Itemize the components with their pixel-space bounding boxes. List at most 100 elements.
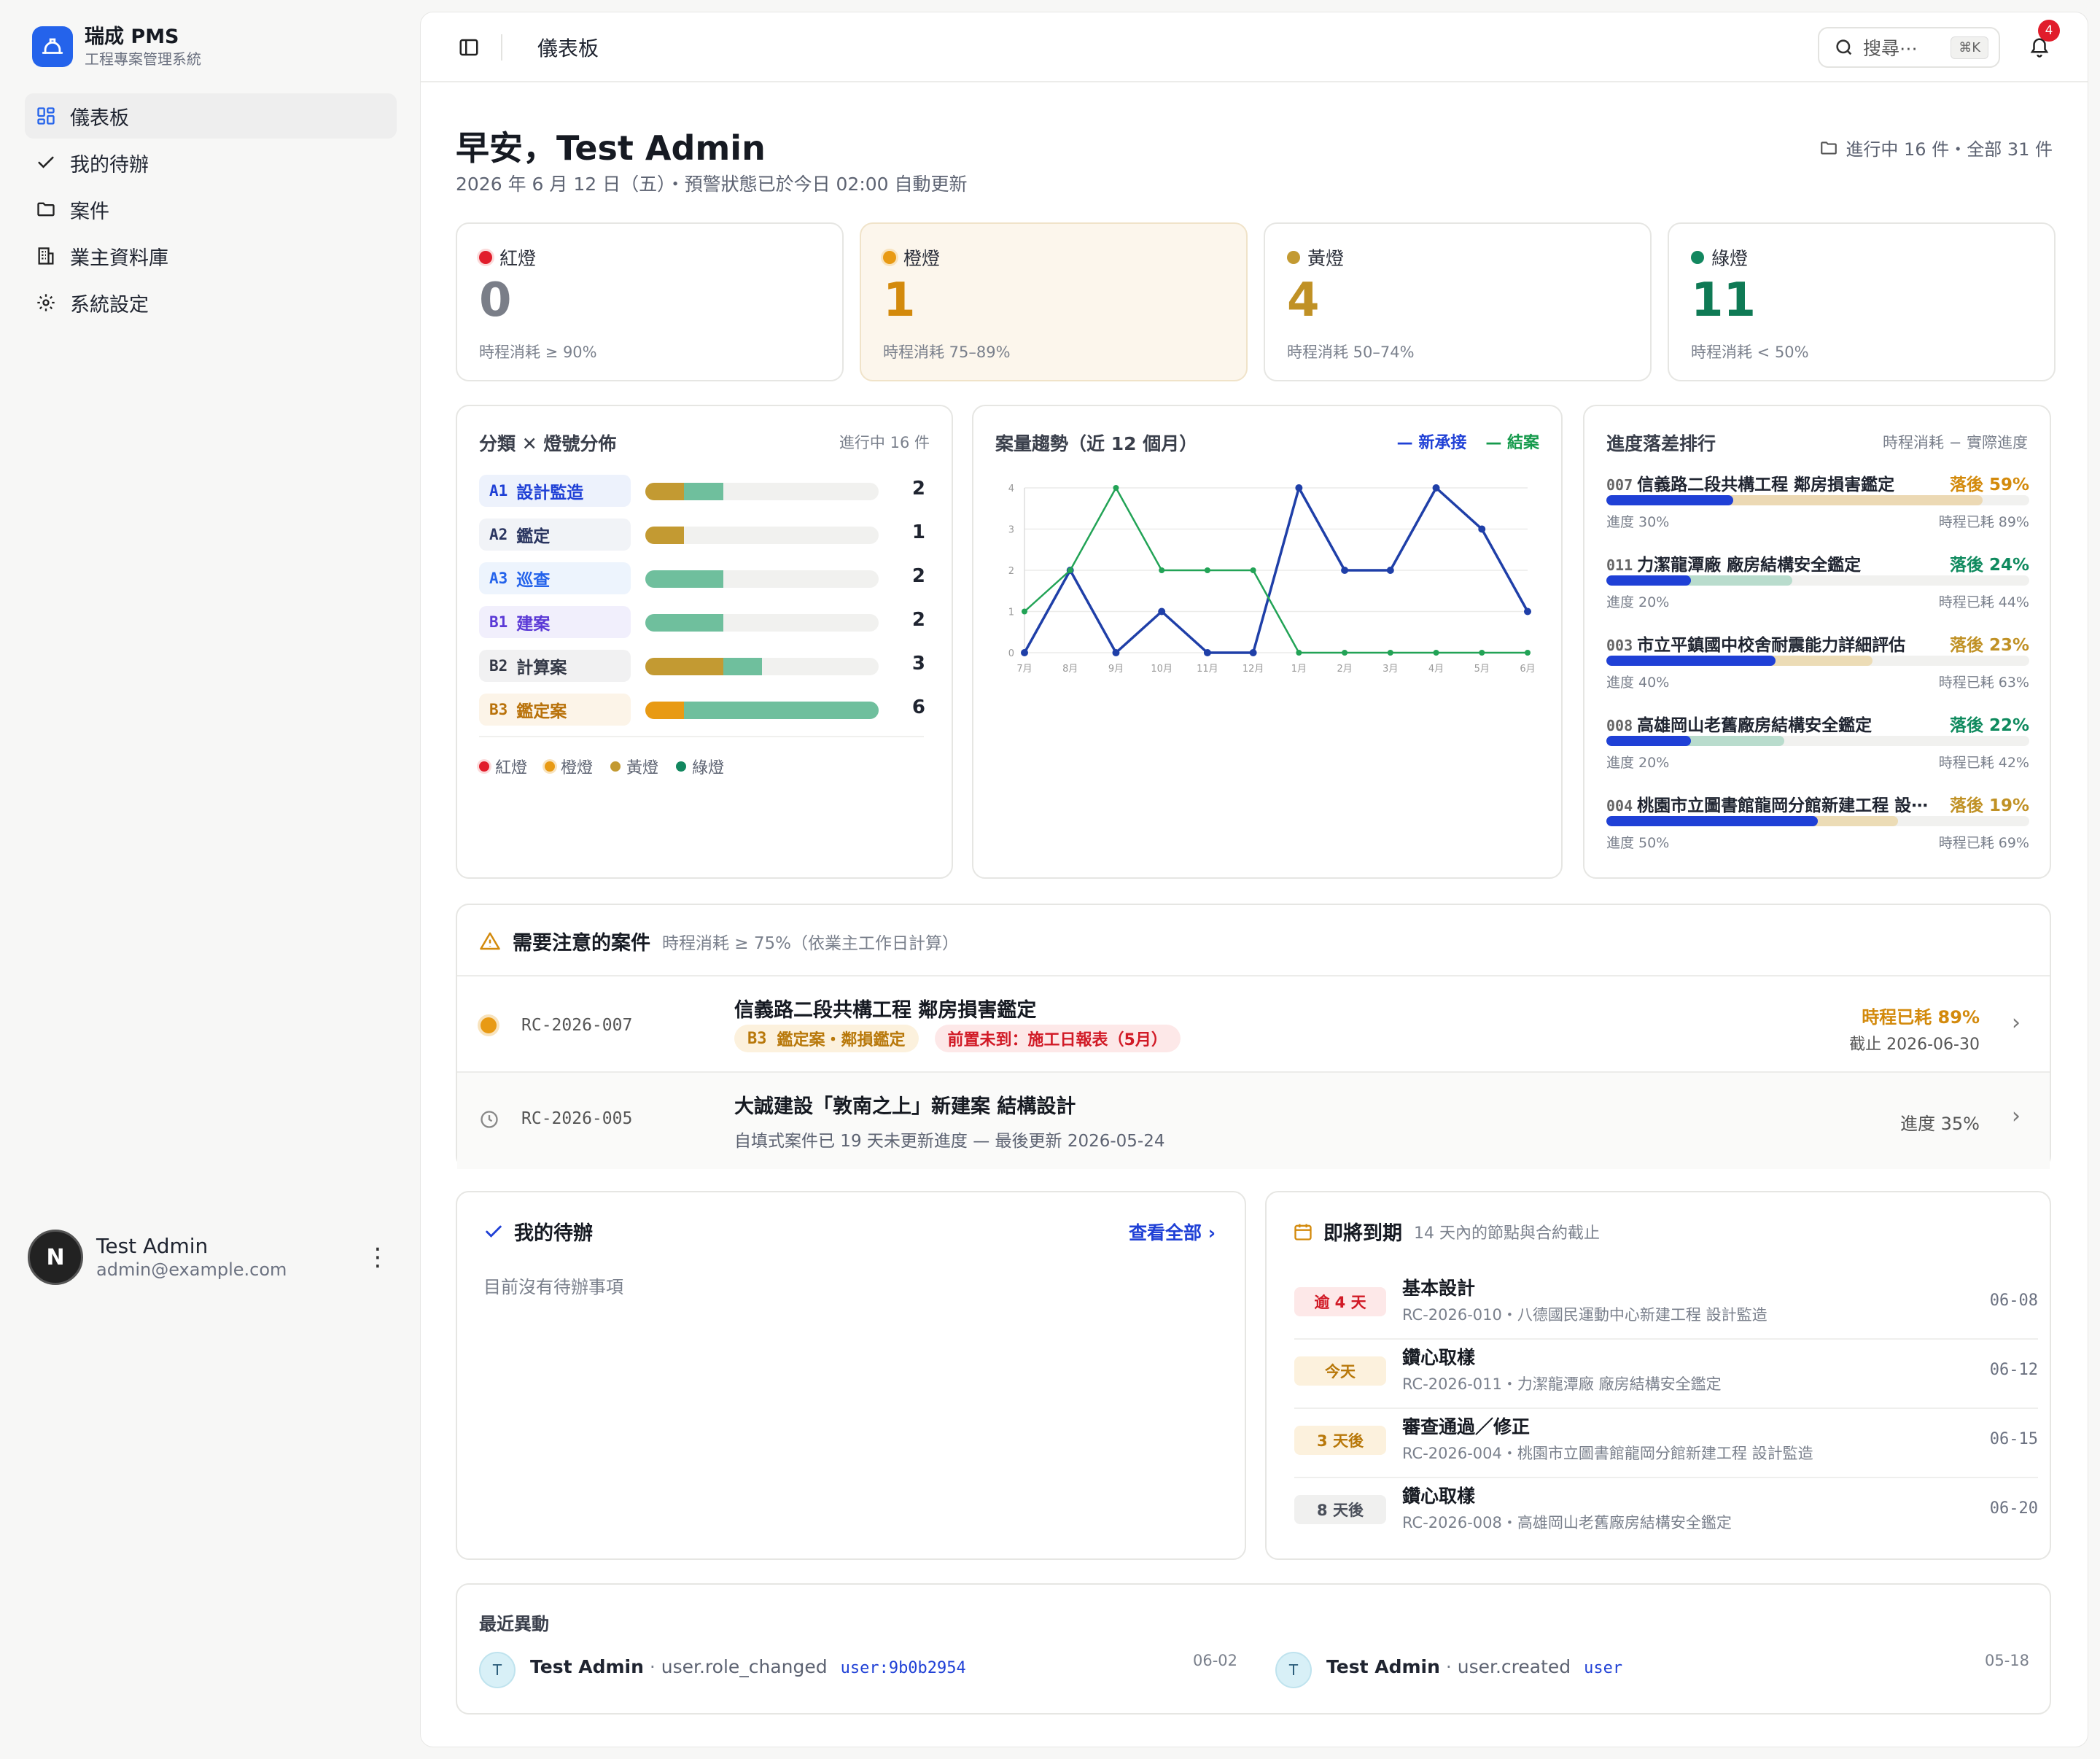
sidebar-item-dashboard[interactable]: 儀表板 <box>25 93 397 139</box>
brand[interactable]: 瑞成 PMS 工程專案管理系統 <box>32 25 201 69</box>
search-label: 搜尋⋯ <box>1863 38 1918 59</box>
category-bar-green <box>684 483 723 500</box>
due-title: 鑽心取樣 <box>1402 1486 1476 1507</box>
x-tick-label: 5月 <box>1474 664 1490 675</box>
warning-icon <box>480 932 500 950</box>
x-tick-label: 2月 <box>1337 664 1352 675</box>
more-vertical-icon[interactable]: ⋮ <box>363 1245 392 1270</box>
due-item[interactable]: 今天 鑽心取樣 RC-2026-011・力潔龍潭廠 廠房結構安全鑑定 06-12 <box>1294 1340 2038 1409</box>
panel-subtitle: 14 天內的節點與合約截止 <box>1414 1224 1600 1243</box>
lag-bar <box>1606 816 2029 826</box>
category-bar <box>645 527 879 544</box>
category-bar-yellow <box>645 658 723 675</box>
data-point-closed <box>1067 567 1073 573</box>
legend-item: 黃燈 <box>626 759 659 777</box>
category-bar <box>645 702 879 719</box>
data-point-new <box>1432 484 1440 492</box>
progress-bar <box>1606 816 1818 826</box>
avatar: T <box>479 1652 516 1688</box>
category-count: 2 <box>911 565 925 587</box>
due-item[interactable]: 逾 4 天 基本設計 RC-2026-010・八德國民運動中心新建工程 設計監造… <box>1294 1271 2038 1340</box>
attention-row[interactable]: RC-2026-007 信義路二段共構工程 鄰房損害鑑定 B3 鑑定案・鄰損鑑定 … <box>457 976 2050 1071</box>
orange-dot <box>481 1017 497 1033</box>
legend-item: 橙燈 <box>561 759 594 777</box>
orange-light-card[interactable]: 橙燈 1 時程消耗 75–89% <box>860 222 1248 381</box>
light-note: 時程消耗 < 50% <box>1691 343 1809 361</box>
empty-state: 目前沒有待辦事項 <box>483 1277 623 1297</box>
dashboard-icon <box>35 105 57 127</box>
lag-value: 落後 22% <box>1949 716 2029 735</box>
category-row[interactable]: A1 設計監造 2 <box>479 475 925 507</box>
category-bar-green <box>645 614 723 632</box>
red-light-card[interactable]: 紅燈 0 時程消耗 ≥ 90% <box>456 222 844 381</box>
action: user.role_changed <box>661 1656 828 1677</box>
lag-item[interactable]: 004 桃園市立圖書館龍岡分館新建工程 設⋯ 落後 19% 進度 50% 時程已耗… <box>1606 791 2029 864</box>
category-row[interactable]: B3 鑑定案 6 <box>479 694 925 726</box>
legend-closed: — 結案 <box>1485 434 1539 452</box>
attention-row[interactable]: RC-2026-005 大誠建設「敦南之上」新建案 結構設計 自填式案件已 19… <box>457 1073 2050 1169</box>
x-tick-label: 11月 <box>1197 664 1218 675</box>
due-badge: 逾 4 天 <box>1294 1287 1386 1316</box>
activity-item[interactable]: T Test Admin · user.role_changed user:9b… <box>479 1649 1237 1690</box>
view-all-link[interactable]: 查看全部 › <box>1129 1219 1216 1245</box>
todo-panel: 我的待辦 查看全部 › 目前沒有待辦事項 <box>456 1191 1246 1560</box>
activity-item[interactable]: T Test Admin · user.created user 05-18 <box>1275 1649 2029 1690</box>
due-subtitle: RC-2026-008・高雄岡山老舊廠房結構安全鑑定 <box>1402 1514 1732 1531</box>
case-name: 大誠建設「敦南之上」新建案 結構設計 <box>734 1095 1076 1118</box>
search-shortcut: ⌘K <box>1951 36 1988 59</box>
panel-title: 案量趨勢（近 12 個月） <box>995 433 1198 454</box>
due-date: 06-15 <box>1989 1430 2038 1448</box>
category-count: 6 <box>911 696 925 718</box>
search-button[interactable]: 搜尋⋯ ⌘K <box>1818 27 2000 68</box>
folder-icon <box>35 198 57 220</box>
consumed-label: 時程已耗 89% <box>1938 514 2029 530</box>
category-bar-orange <box>645 702 685 719</box>
legend-item: 紅燈 <box>495 759 528 777</box>
user-menu[interactable]: N Test Admin admin@example.com ⋮ <box>28 1230 392 1285</box>
category-row[interactable]: A2 鑑定 1 <box>479 519 925 551</box>
sidebar-nav: 儀表板 我的待辦 案件 業主資料庫 系統設定 <box>25 93 397 327</box>
due-item[interactable]: 3 天後 審查通過／修正 RC-2026-004・桃園市立圖書館龍岡分館新建工程… <box>1294 1410 2038 1478</box>
category-row[interactable]: A3 巡查 2 <box>479 562 925 594</box>
lag-item[interactable]: 003 市立平鎮國中校舍耐震能力詳細評估 落後 23% 進度 40% 時程已耗 6… <box>1606 631 2029 704</box>
avatar: N <box>28 1230 83 1285</box>
category-tag: A2 鑑定 <box>479 519 631 551</box>
due-title: 審查通過／修正 <box>1402 1416 1531 1437</box>
sidebar-item-settings[interactable]: 系統設定 <box>25 280 397 325</box>
category-row[interactable]: B2 計算案 3 <box>479 650 925 682</box>
sidebar: 瑞成 PMS 工程專案管理系統 儀表板 我的待辦 案件 業主資料庫 系統設定 N… <box>0 0 416 1759</box>
sidebar-item-todo[interactable]: 我的待辦 <box>25 140 397 185</box>
due-soon-panel: 即將到期 14 天內的節點與合約截止 逾 4 天 基本設計 RC-2026-01… <box>1265 1191 2051 1560</box>
gear-icon <box>35 292 57 314</box>
sidebar-toggle-button[interactable] <box>451 30 486 65</box>
lag-item[interactable]: 007 信義路二段共構工程 鄰房損害鑑定 落後 59% 進度 30% 時程已耗 8… <box>1606 470 2029 543</box>
light-note: 時程消耗 75–89% <box>883 343 1011 361</box>
user-name: Test Admin <box>96 1234 209 1258</box>
recent-activity-panel: 最近異動 T Test Admin · user.role_changed us… <box>456 1583 2051 1715</box>
lag-bar <box>1606 575 2029 586</box>
building-icon <box>35 245 57 267</box>
green-light-card[interactable]: 綠燈 11 時程消耗 < 50% <box>1668 222 2056 381</box>
sidebar-item-cases[interactable]: 案件 <box>25 187 397 232</box>
lag-item[interactable]: 011 力潔龍潭廠 廠房結構安全鑑定 落後 24% 進度 20% 時程已耗 44% <box>1606 551 2029 624</box>
category-row[interactable]: B1 建案 2 <box>479 606 925 638</box>
light-label: 綠燈 <box>1711 248 1749 269</box>
data-point-closed <box>1387 650 1393 656</box>
lag-ranking-panel: 進度落差排行 時程消耗 − 實際進度 007 信義路二段共構工程 鄰房損害鑑定 落… <box>1583 405 2051 879</box>
yellow-light-card[interactable]: 黃燈 4 時程消耗 50–74% <box>1264 222 1652 381</box>
lag-item[interactable]: 008 高雄岡山老舊廠房結構安全鑑定 落後 22% 進度 20% 時程已耗 42% <box>1606 711 2029 784</box>
deadline-text: 截止 2026-06-30 <box>1849 1036 1980 1054</box>
consumed-label: 時程已耗 63% <box>1938 675 2029 691</box>
lag-case-name: 004 桃園市立圖書館龍岡分館新建工程 設⋯ <box>1606 796 1929 815</box>
sidebar-item-owners[interactable]: 業主資料庫 <box>25 233 397 279</box>
data-point-new <box>1021 649 1028 656</box>
data-point-new <box>1203 649 1211 656</box>
panel-title: 最近異動 <box>479 1614 549 1634</box>
data-point-new <box>1386 567 1394 574</box>
clock-icon <box>481 1111 498 1128</box>
due-item[interactable]: 8 天後 鑽心取樣 RC-2026-008・高雄岡山老舊廠房結構安全鑑定 06-… <box>1294 1479 2038 1548</box>
light-legend: 紅燈 橙燈 黃燈 綠燈 <box>479 755 742 778</box>
panel-title: 進度落差排行 <box>1606 433 1716 454</box>
data-point-new <box>1341 567 1349 574</box>
y-tick-label: 0 <box>1008 648 1014 659</box>
